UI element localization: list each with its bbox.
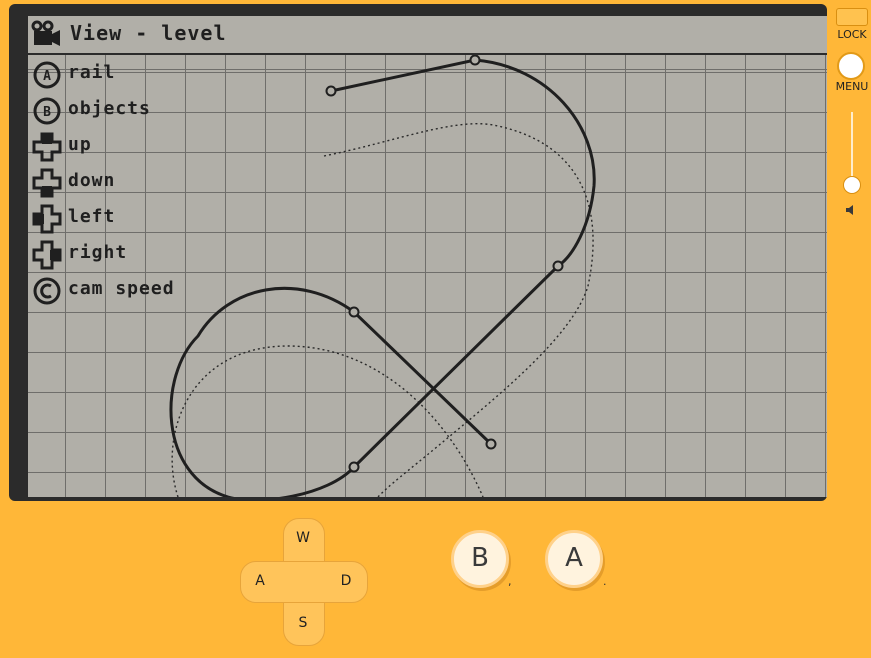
dpad-left-button[interactable]: A (250, 573, 270, 589)
dpad-down-button[interactable]: S (293, 615, 313, 631)
volume-slider-knob[interactable] (843, 176, 861, 194)
rail-node (552, 260, 564, 272)
track-canvas (169, 54, 596, 497)
legend-label: objects (68, 98, 151, 119)
ghost-loop-path (171, 345, 484, 497)
b-button[interactable]: B (451, 530, 509, 588)
crank-icon (33, 277, 61, 305)
svg-text:B: B (43, 105, 51, 120)
dpad-up-icon (32, 132, 62, 162)
dpad-center (284, 562, 324, 602)
rail-nodes (325, 54, 564, 473)
b-button-icon: B (33, 97, 61, 125)
dpad: W A D S (240, 518, 368, 646)
a-button-icon: A (33, 61, 61, 89)
device-frame: View - level A rail B objects up down le… (9, 4, 827, 501)
camera-icon (31, 20, 60, 46)
ghost-rail-path (323, 123, 594, 497)
volume-slider-track[interactable] (851, 112, 853, 184)
legend-label: rail (68, 62, 116, 83)
rail-node (469, 54, 481, 66)
dpad-right-button[interactable]: D (336, 573, 356, 589)
legend-label: left (68, 206, 116, 227)
rail-node (485, 438, 497, 450)
dpad-right-icon (32, 240, 62, 270)
speaker-icon (846, 205, 853, 215)
screen-title: View - level (70, 21, 227, 45)
dpad-left-icon (32, 204, 62, 234)
legend-label: down (68, 170, 116, 191)
a-button-key-hint: . (603, 575, 607, 588)
lock-label: LOCK (837, 28, 867, 41)
svg-text:A: A (43, 69, 51, 84)
legend-label: right (68, 242, 128, 263)
legend-label: up (68, 134, 92, 155)
rail-path (169, 58, 596, 497)
dpad-down-icon (32, 168, 62, 198)
rail-node (325, 85, 337, 97)
game-screen[interactable]: View - level A rail B objects up down le… (28, 16, 827, 497)
a-button[interactable]: A (545, 530, 603, 588)
a-button-label: A (565, 543, 583, 573)
rail-node (348, 306, 360, 318)
menu-button[interactable] (837, 52, 865, 80)
b-button-label: B (471, 543, 489, 573)
rail-node (348, 461, 360, 473)
title-bar: View - level (28, 16, 827, 55)
b-button-key-hint: , (508, 575, 512, 588)
menu-label: MENU (835, 80, 869, 93)
lock-button[interactable] (836, 8, 868, 26)
dpad-up-button[interactable]: W (293, 530, 313, 546)
legend-label: cam speed (68, 278, 175, 299)
